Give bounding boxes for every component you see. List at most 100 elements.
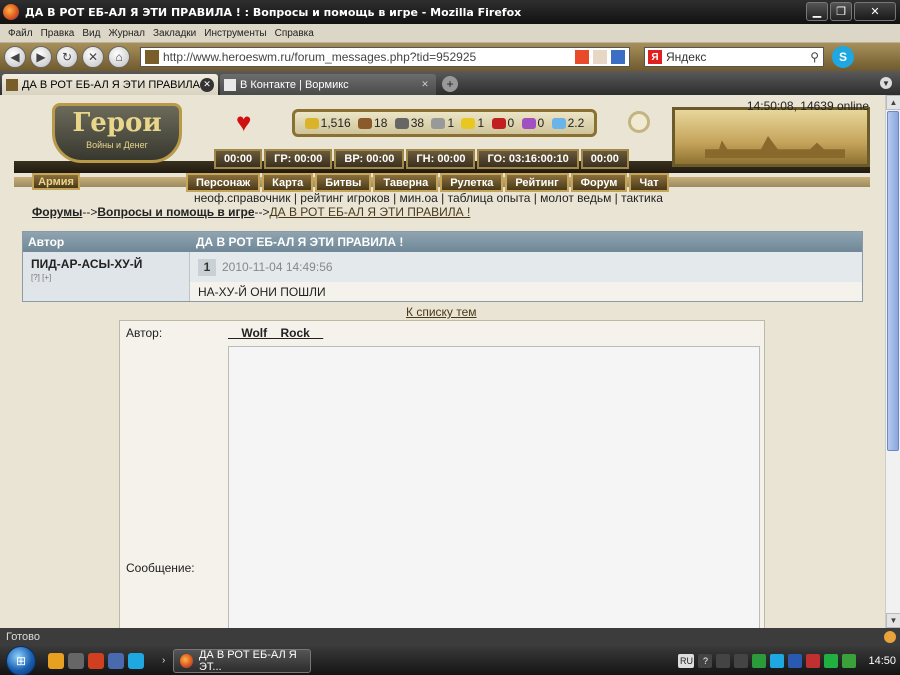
page-content: Герои Войны и Денег ♥ 1,516 18 38 1 1 0 … — [0, 95, 885, 628]
back-to-topics-link[interactable]: К списку тем — [406, 305, 477, 319]
home-button[interactable]: ⌂ — [108, 46, 130, 68]
forward-button[interactable]: ▶ — [30, 46, 52, 68]
language-indicator[interactable]: RU — [678, 653, 695, 668]
minimize-button[interactable]: ▁ — [806, 2, 828, 21]
tray-icon-1[interactable] — [716, 653, 731, 668]
scroll-up-icon[interactable]: ▲ — [886, 95, 900, 110]
taskbar-item-label: ДА В РОТ ЕБ-АЛ Я ЭТ... — [198, 648, 297, 673]
addon-plus-icon[interactable] — [575, 50, 589, 64]
search-engine-label: Яндекс — [666, 50, 707, 64]
quick-launch — [48, 652, 144, 669]
quicklaunch-icon-2[interactable] — [68, 652, 84, 669]
search-bar[interactable]: Я Яндекс ⚲ — [644, 47, 824, 67]
start-button[interactable]: ⊞ — [6, 645, 36, 675]
menu-map[interactable]: Карта — [262, 173, 314, 192]
network-icon[interactable] — [788, 653, 803, 668]
menu-rating[interactable]: Рейтинг — [505, 173, 569, 192]
firefox-icon — [180, 653, 193, 668]
bookmark-heart-icon[interactable] — [593, 50, 607, 64]
army-button[interactable]: Армия — [32, 173, 80, 190]
post-row: ПИД-АР-АСЫ-ХУ-Й [?] [+] 1 2010-11-04 14:… — [23, 252, 862, 301]
sub-links[interactable]: неоф.справочник | рейтинг игроков | мин.… — [194, 191, 663, 205]
breadcrumb-section[interactable]: Вопросы и помощь в игре — [97, 205, 254, 219]
post-message-cell: 1 2010-11-04 14:49:56 НА-ХУ-Й ОНИ ПОШЛИ — [190, 252, 862, 301]
tab-forum[interactable]: ДА В РОТ ЕБ-АЛ Я ЭТИ ПРАВИЛА ! : Во... ✕ — [2, 74, 218, 95]
status-bar: Готово — [0, 628, 900, 646]
tab-strip: ДА В РОТ ЕБ-АЛ Я ЭТИ ПРАВИЛА ! : Во... ✕… — [0, 71, 900, 95]
breadcrumb-topic[interactable]: ДА В РОТ ЕБ-АЛ Я ЭТИ ПРАВИЛА ! — [270, 205, 471, 219]
breadcrumb-forums[interactable]: Форумы — [32, 205, 82, 219]
scroll-thumb[interactable] — [887, 111, 899, 451]
menu-tools[interactable]: Инструменты — [204, 28, 266, 39]
quicklaunch-icon-1[interactable] — [48, 652, 64, 669]
menu-edit[interactable]: Правка — [41, 28, 75, 39]
mercury-icon — [431, 117, 446, 129]
ring-icon[interactable] — [628, 111, 650, 133]
menu-tavern[interactable]: Таверна — [373, 173, 439, 192]
quicklaunch-icon-3[interactable] — [88, 652, 104, 669]
volume-icon[interactable] — [842, 653, 857, 668]
menu-character[interactable]: Персонаж — [186, 173, 261, 192]
timer-row: 00:00 ГР: 00:00 ВР: 00:00 ГН: 00:00 ГО: … — [214, 149, 629, 169]
taskbar-clock[interactable]: 14:50 — [868, 655, 896, 667]
tray-icon-4[interactable] — [770, 653, 785, 668]
menu-bookmarks[interactable]: Закладки — [153, 28, 196, 39]
close-tab-icon[interactable]: ✕ — [418, 78, 432, 92]
close-button[interactable]: ✕ — [854, 2, 896, 21]
taskbar-firefox[interactable]: ДА В РОТ ЕБ-АЛ Я ЭТ... — [173, 648, 312, 673]
window-titlebar: ДА В РОТ ЕБ-АЛ Я ЭТИ ПРАВИЛА ! : Вопросы… — [0, 0, 900, 24]
game-header: Герои Войны и Денег ♥ 1,516 18 38 1 1 0 … — [14, 97, 870, 192]
topic-table: Автор ДА В РОТ ЕБ-АЛ Я ЭТИ ПРАВИЛА ! ПИД… — [22, 231, 863, 302]
menu-battles[interactable]: Битвы — [315, 173, 372, 192]
post-number[interactable]: 1 — [198, 258, 216, 276]
tray-icon-3[interactable] — [752, 653, 767, 668]
menu-view[interactable]: Вид — [82, 28, 100, 39]
tab-vkontakte[interactable]: В Контакте | Вормикс ✕ — [220, 74, 436, 95]
tab-list-icon[interactable]: ▼ — [880, 77, 892, 89]
scroll-down-icon[interactable]: ▼ — [886, 613, 900, 628]
translate-icon[interactable] — [611, 50, 625, 64]
stop-button[interactable]: ✕ — [82, 46, 104, 68]
reply-author-name[interactable]: __Wolf__Rock__ — [228, 326, 323, 340]
ore-icon — [394, 117, 409, 129]
reply-author-label: Автор: — [126, 326, 163, 340]
reload-button[interactable]: ↻ — [56, 46, 78, 68]
menu-roulette[interactable]: Рулетка — [440, 173, 504, 192]
menu-history[interactable]: Журнал — [108, 28, 145, 39]
timer-gr: ГР: 00:00 — [264, 149, 333, 169]
tray-icon-5[interactable] — [824, 653, 839, 668]
tray-icon-2[interactable] — [734, 653, 749, 668]
gems-icon — [521, 117, 536, 129]
message-textarea[interactable] — [228, 346, 760, 628]
back-button[interactable]: ◀ — [4, 46, 26, 68]
crystal-icon — [491, 117, 506, 129]
post-date: 2010-11-04 14:49:56 — [222, 260, 333, 274]
search-icon[interactable]: ⚲ — [810, 50, 819, 64]
wood-icon — [358, 117, 373, 129]
reply-message-label: Сообщение: — [126, 561, 195, 575]
chevron-right-icon[interactable]: › — [162, 655, 165, 666]
url-bar[interactable]: http://www.heroeswm.ru/forum_messages.ph… — [140, 47, 630, 67]
post-text: НА-ХУ-Й ОНИ ПОШЛИ — [198, 284, 326, 299]
menu-chat[interactable]: Чат — [629, 173, 669, 192]
close-tab-icon[interactable]: ✕ — [200, 77, 214, 92]
menu-file[interactable]: Файл — [8, 28, 33, 39]
skype-quicklaunch-icon[interactable] — [128, 652, 144, 669]
window-controls: ▁ ❐ ✕ — [806, 2, 896, 21]
flag-icon[interactable] — [806, 653, 821, 668]
help-icon[interactable]: ? — [698, 653, 713, 668]
menu-bar: Файл Правка Вид Журнал Закладки Инструме… — [0, 24, 900, 43]
quicklaunch-icon-4[interactable] — [108, 652, 124, 669]
taskbar: ⊞ › ДА В РОТ ЕБ-АЛ Я ЭТ... RU ? 14:50 — [0, 645, 900, 675]
menu-help[interactable]: Справка — [275, 28, 314, 39]
addon-status-icon[interactable] — [884, 631, 896, 643]
menu-forum[interactable]: Форум — [570, 173, 628, 192]
skype-icon[interactable]: S — [832, 46, 854, 68]
maximize-button[interactable]: ❐ — [830, 2, 852, 21]
heart-icon: ♥ — [236, 107, 252, 137]
new-tab-button[interactable]: + — [442, 76, 458, 92]
post-author-links[interactable]: [?] [+] — [31, 273, 181, 282]
vertical-scrollbar[interactable]: ▲ ▼ — [885, 95, 900, 628]
post-author-name[interactable]: ПИД-АР-АСЫ-ХУ-Й — [31, 257, 181, 271]
game-logo[interactable]: Герои Войны и Денег — [52, 103, 182, 163]
